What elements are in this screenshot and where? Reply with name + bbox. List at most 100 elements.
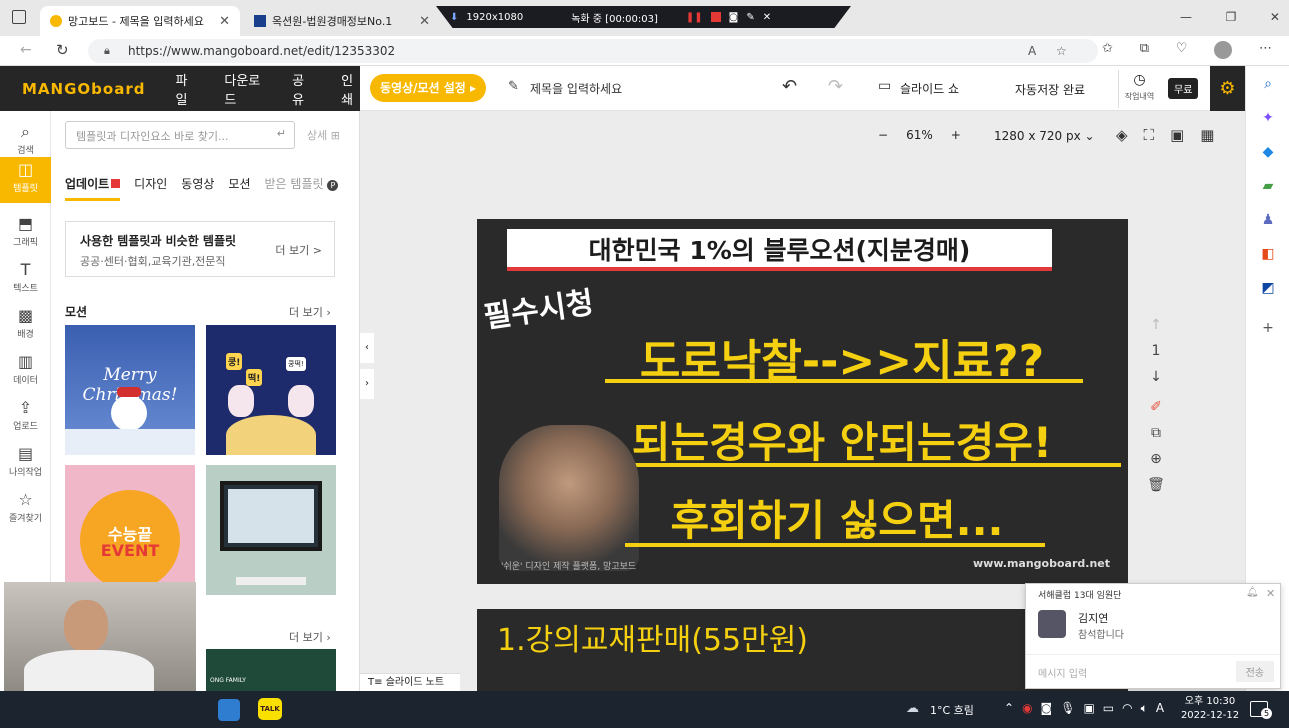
record-icon[interactable]: ◉: [1022, 701, 1032, 716]
copilot-icon[interactable]: ✦: [1258, 108, 1278, 128]
tab-update[interactable]: 업데이트: [65, 175, 121, 201]
move-down-icon[interactable]: ↓: [1146, 369, 1166, 385]
undo-icon[interactable]: ↶: [782, 76, 797, 97]
thumb-event[interactable]: 수능끝 EVENT: [65, 465, 195, 595]
minimize-icon[interactable]: —: [1180, 10, 1192, 24]
add-page-icon[interactable]: ⊕: [1146, 451, 1166, 467]
rail-favorites[interactable]: ☆ 즐겨찾기: [0, 487, 51, 533]
delete-icon[interactable]: 🗑︎: [1146, 477, 1166, 493]
menu-file[interactable]: 파일: [175, 70, 194, 108]
ime-indicator[interactable]: A: [1156, 701, 1164, 716]
notification-button[interactable]: 5: [1250, 701, 1272, 719]
stop-icon[interactable]: [710, 12, 721, 22]
slide-note-bar[interactable]: T≡ 슬라이드 노트: [360, 673, 460, 691]
favorites-icon[interactable]: ✩: [1102, 41, 1113, 59]
fit-icon[interactable]: ▣: [1170, 126, 1184, 144]
close-icon[interactable]: ✕: [763, 12, 771, 23]
tab-design[interactable]: 디자인: [134, 175, 167, 203]
restore-icon[interactable]: ❐: [1226, 10, 1237, 24]
screen-icon[interactable]: ▣: [1083, 701, 1094, 716]
rail-text[interactable]: T 텍스트: [0, 257, 51, 303]
chevron-up-icon[interactable]: ⌃: [1004, 701, 1014, 716]
similar-templates-card[interactable]: 사용한 템플릿과 비슷한 템플릿 공공·센터·협회,교육기관,전문직 더 보기 …: [65, 221, 335, 277]
favorite-add-icon[interactable]: ☆: [1056, 39, 1067, 63]
motion-settings-button[interactable]: 동영상/모션 설정 ▸: [370, 74, 486, 102]
expand-panel-icon[interactable]: ›: [360, 369, 374, 399]
section-more-link[interactable]: 더 보기 ›: [289, 304, 331, 320]
refresh-icon[interactable]: ↻: [56, 41, 69, 59]
canvas-size-select[interactable]: 1280 x 720 px ⌄: [994, 129, 1095, 143]
bell-icon[interactable]: 🔔︎: [1246, 587, 1259, 598]
rail-template[interactable]: ◫ 템플릿: [0, 157, 51, 203]
battery-icon[interactable]: ▭: [1103, 701, 1114, 716]
back-icon[interactable]: ←: [20, 42, 32, 58]
tab-actions-icon[interactable]: [12, 10, 26, 24]
rail-data[interactable]: ▥ 데이터: [0, 349, 51, 395]
taskbar-app-icon[interactable]: [218, 699, 240, 721]
zoom-in-button[interactable]: +: [951, 128, 961, 142]
tag-icon[interactable]: ◆: [1258, 142, 1278, 162]
close-icon[interactable]: ✕: [419, 14, 430, 29]
tab-video[interactable]: 동영상: [181, 175, 214, 203]
zoom-out-button[interactable]: −: [878, 128, 888, 142]
chat-input[interactable]: 메시지 입력 전송: [1026, 654, 1280, 688]
weather-text[interactable]: 1°C 흐림: [930, 702, 974, 718]
rail-mywork[interactable]: ▤ 나의작업: [0, 441, 51, 487]
read-aloud-icon[interactable]: A: [1028, 39, 1036, 63]
games-icon[interactable]: ♟: [1258, 210, 1278, 230]
tab-received[interactable]: 받은 템플릿 P: [265, 175, 339, 203]
url-field[interactable]: 🔒︎ https://www.mangoboard.net/edit/12353…: [88, 39, 1098, 63]
slideshow-button[interactable]: 슬라이드 쇼: [900, 80, 959, 97]
redo-icon[interactable]: ↷: [828, 76, 843, 97]
similar-more-link[interactable]: 더 보기 >: [275, 242, 322, 258]
section-more-link-2[interactable]: 더 보기 ›: [289, 629, 331, 645]
volume-icon[interactable]: 🔈︎: [1141, 701, 1148, 716]
duplicate-icon[interactable]: ⧉: [1146, 425, 1166, 441]
health-icon[interactable]: ♡: [1176, 41, 1188, 59]
move-up-icon[interactable]: ↑: [1146, 317, 1166, 333]
clock[interactable]: 오후 10:30 2022-12-12: [1180, 695, 1240, 723]
mangoboard-logo[interactable]: MANGOboard: [22, 80, 145, 98]
search-icon[interactable]: ⌕: [1258, 74, 1278, 94]
menu-print[interactable]: 인쇄: [341, 70, 360, 108]
add-icon[interactable]: +: [1258, 318, 1278, 338]
pen-icon[interactable]: ✎: [746, 12, 754, 23]
select-icon[interactable]: ⛶: [1144, 126, 1155, 144]
layers-icon[interactable]: ◈: [1116, 126, 1128, 144]
close-window-icon[interactable]: ✕: [1270, 10, 1280, 24]
template-search-input[interactable]: 템플릿과 디자인요소 바로 찾기... ↵: [65, 121, 295, 149]
close-icon[interactable]: ✕: [1266, 587, 1275, 600]
rail-upload[interactable]: ⇪ 업로드: [0, 395, 51, 441]
tab-auction[interactable]: 옥션원-법원경매정보No.1 ✕: [244, 6, 440, 36]
outlook-icon[interactable]: ◩: [1258, 278, 1278, 298]
enter-icon[interactable]: ↵: [277, 127, 286, 140]
rail-background[interactable]: ▩ 배경: [0, 303, 51, 349]
thumb-family[interactable]: ONG FAMILY: [206, 649, 336, 691]
slideshow-icon[interactable]: ▭: [878, 78, 891, 94]
tab-motion[interactable]: 모션: [228, 175, 250, 203]
menu-share[interactable]: 공유: [292, 70, 311, 108]
zoom-level[interactable]: 61%: [906, 128, 933, 142]
grid-view-icon[interactable]: ▦: [1200, 126, 1214, 144]
menu-download[interactable]: 다운로드: [224, 70, 262, 108]
title-input[interactable]: 제목을 입력하세요: [530, 80, 622, 97]
camera-icon[interactable]: ◙: [1041, 701, 1053, 716]
send-button[interactable]: 전송: [1235, 661, 1274, 682]
camera-icon[interactable]: ◙: [729, 12, 739, 23]
pause-icon[interactable]: ❚❚: [686, 12, 703, 23]
plan-badge[interactable]: 무료: [1168, 78, 1199, 99]
thumb-rabbits[interactable]: 쿵! 떡! 쿵떡!: [206, 325, 336, 455]
thumb-christmas[interactable]: Merry Christmas!: [65, 325, 195, 455]
slide-1[interactable]: 대한민국 1%의 블루오션(지분경매) 필수시청 도로낙찰-->>지료?? 되는…: [477, 219, 1128, 584]
mic-icon[interactable]: 🎙︎: [1060, 701, 1075, 716]
collections-icon[interactable]: ⧉: [1140, 41, 1149, 59]
paint-icon[interactable]: ✐: [1146, 399, 1166, 415]
close-icon[interactable]: ✕: [219, 14, 230, 29]
collapse-panel-icon[interactable]: ‹: [360, 333, 374, 363]
thumb-computer[interactable]: [206, 465, 336, 595]
rail-graphic[interactable]: ⬒ 그래픽: [0, 211, 51, 257]
office-icon[interactable]: ◧: [1258, 244, 1278, 264]
tools-icon[interactable]: ▰: [1258, 176, 1278, 196]
history-button[interactable]: ◷ 작업내역: [1118, 70, 1160, 108]
tab-mangoboard[interactable]: 망고보드 - 제목을 입력하세요 ✕: [40, 6, 240, 36]
